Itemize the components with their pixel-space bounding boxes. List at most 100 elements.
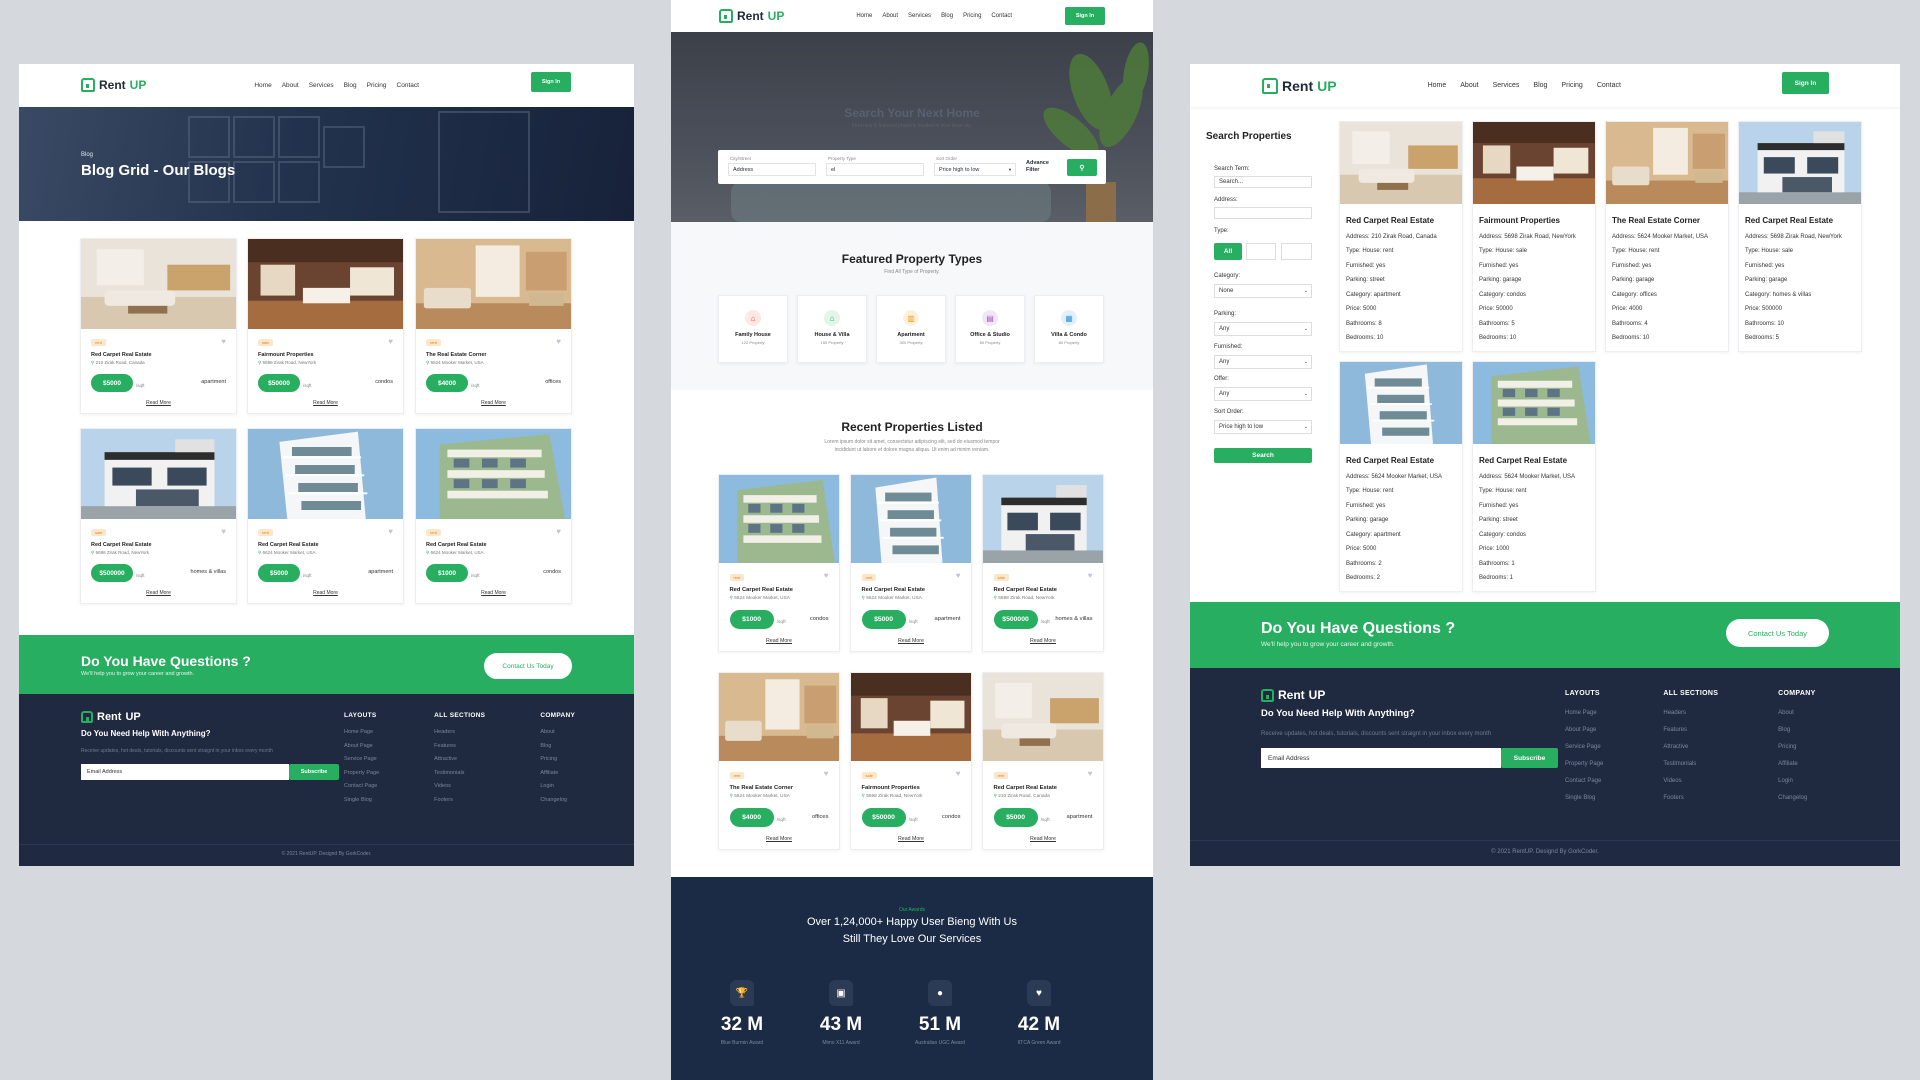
heart-icon[interactable]: ♥ [956, 769, 961, 778]
sign-in-button[interactable]: Sign In [1065, 7, 1105, 25]
type-sale-button[interactable] [1281, 243, 1312, 260]
advance-filter-link[interactable]: Advance Filter [1026, 160, 1060, 174]
footer-link[interactable]: About [540, 729, 575, 735]
nav-about[interactable]: About [1460, 82, 1478, 89]
nav-pricing[interactable]: Pricing [367, 82, 387, 89]
property-image[interactable] [248, 429, 403, 519]
footer-link[interactable]: Headers [1663, 710, 1718, 716]
listing-image[interactable] [1739, 122, 1861, 204]
type-rent-button[interactable] [1246, 243, 1276, 260]
nav-blog[interactable]: Blog [1533, 82, 1547, 89]
heart-icon[interactable]: ♥ [824, 571, 829, 580]
listing-card[interactable]: Red Carpet Real Estate Address: 5624 Mook… [1472, 361, 1596, 592]
listing-card[interactable]: The Real Estate Corner Address: 5624 Mook… [1605, 121, 1729, 352]
read-more-link[interactable]: Read More [81, 400, 236, 406]
address-input[interactable] [1214, 207, 1312, 219]
footer-link[interactable]: About Page [344, 743, 379, 749]
sort-select[interactable]: Price high to low ⌄ [1214, 420, 1312, 434]
listing-title[interactable]: Red Carpet Real Estate [1745, 216, 1861, 225]
property-image[interactable] [248, 239, 403, 329]
card-title[interactable]: Red Carpet Real Estate [730, 587, 793, 593]
nav-blog[interactable]: Blog [344, 82, 357, 89]
listing-title[interactable]: The Real Estate Corner [1612, 216, 1728, 225]
property-image[interactable] [983, 673, 1103, 761]
listing-title[interactable]: Red Carpet Real Estate [1346, 456, 1462, 465]
logo[interactable]: Rent UP [81, 78, 146, 92]
listing-card[interactable]: Red Carpet Real Estate Address: 210 Zirak… [1339, 121, 1463, 352]
logo[interactable]: Rent UP [719, 9, 784, 23]
footer-link[interactable]: Service Page [344, 756, 379, 762]
listing-title[interactable]: Fairmount Properties [1479, 216, 1595, 225]
listing-card[interactable]: Red Carpet Real Estate Address: 5624 Mook… [1339, 361, 1463, 592]
footer-link[interactable]: Attractive [1663, 744, 1718, 750]
property-image[interactable] [416, 429, 571, 519]
property-card[interactable]: sale ♥ Red Carpet Real Estate ⚲ 5698 Zir… [80, 428, 237, 604]
property-card[interactable]: sale ♥ Fairmount Properties ⚲ 5698 Zirak… [850, 672, 972, 850]
property-type-card[interactable]: ⌂ Family House 122 Property [718, 295, 788, 363]
footer-link[interactable]: Home Page [344, 729, 379, 735]
property-image[interactable] [81, 239, 236, 329]
property-type-card[interactable]: ▥ Apartment 300 Property [876, 295, 946, 363]
footer-link[interactable]: Testimonials [1663, 761, 1718, 767]
property-image[interactable] [719, 673, 839, 761]
heart-icon[interactable]: ♥ [556, 527, 561, 536]
city-input[interactable]: Address [728, 163, 816, 176]
nav-home[interactable]: Home [856, 13, 872, 19]
type-all-button[interactable]: All [1214, 243, 1242, 260]
footer-link[interactable]: Blog [1778, 727, 1815, 733]
contact-us-button[interactable]: Contact Us Today [1726, 619, 1829, 647]
footer-link[interactable]: Pricing [540, 756, 575, 762]
property-image[interactable] [719, 475, 839, 563]
footer-link[interactable]: Videos [1663, 778, 1718, 784]
footer-link[interactable]: Login [1778, 778, 1815, 784]
footer-link[interactable]: Headers [434, 729, 485, 735]
footer-link[interactable]: Testimonials [434, 770, 485, 776]
category-select[interactable]: None ⌄ [1214, 284, 1312, 298]
footer-link[interactable]: About [1778, 710, 1815, 716]
footer-link[interactable]: Affiliate [540, 770, 575, 776]
listing-card[interactable]: Red Carpet Real Estate Address: 5698 Zira… [1738, 121, 1862, 352]
footer-logo[interactable]: Rent UP [81, 711, 141, 723]
property-card[interactable]: sale ♥ Red Carpet Real Estate ⚲ 5698 Zir… [982, 474, 1104, 652]
property-card[interactable]: rent ♥ Red Carpet Real Estate ⚲ 5624 Moo… [718, 474, 840, 652]
footer-link[interactable]: Contact Page [344, 783, 379, 789]
property-card[interactable]: rent ♥ Red Carpet Real Estate ⚲ 5624 Moo… [247, 428, 404, 604]
heart-icon[interactable]: ♥ [556, 337, 561, 346]
email-input[interactable]: Email Address [81, 764, 289, 780]
listing-image[interactable] [1473, 122, 1595, 204]
listing-title[interactable]: Red Carpet Real Estate [1346, 216, 1462, 225]
footer-link[interactable]: Features [434, 743, 485, 749]
logo[interactable]: Rent UP [1262, 77, 1337, 94]
heart-icon[interactable]: ♥ [388, 527, 393, 536]
search-button[interactable]: ⚲ [1067, 159, 1097, 176]
property-card[interactable]: rent ♥ Red Carpet Real Estate ⚲ 5624 Moo… [850, 474, 972, 652]
footer-link[interactable]: Changelog [1778, 795, 1815, 801]
read-more-link[interactable]: Read More [248, 590, 403, 596]
card-title[interactable]: Red Carpet Real Estate [994, 785, 1057, 791]
read-more-link[interactable]: Read More [416, 590, 571, 596]
email-input[interactable]: Email Address [1261, 748, 1501, 768]
footer-link[interactable]: Affiliate [1778, 761, 1815, 767]
nav-home[interactable]: Home [1428, 82, 1447, 89]
nav-services[interactable]: Services [908, 13, 931, 19]
sort-select[interactable]: Price high to low ▼ [934, 163, 1016, 176]
property-card[interactable]: rent ♥ Red Carpet Real Estate ⚲ 210 Zira… [982, 672, 1104, 850]
sign-in-button[interactable]: Sign In [531, 72, 571, 92]
search-term-input[interactable]: Search... [1214, 176, 1312, 188]
read-more-link[interactable]: Read More [983, 638, 1103, 644]
nav-services[interactable]: Services [1493, 82, 1520, 89]
footer-link[interactable]: Changelog [540, 797, 575, 803]
footer-link[interactable]: Footers [434, 797, 485, 803]
heart-icon[interactable]: ♥ [956, 571, 961, 580]
read-more-link[interactable]: Read More [248, 400, 403, 406]
footer-link[interactable]: Single Blog [1565, 795, 1603, 801]
listing-title[interactable]: Red Carpet Real Estate [1479, 456, 1595, 465]
footer-link[interactable]: Features [1663, 727, 1718, 733]
footer-link[interactable]: Single Blog [344, 797, 379, 803]
heart-icon[interactable]: ♥ [1088, 769, 1093, 778]
footer-link[interactable]: Pricing [1778, 744, 1815, 750]
heart-icon[interactable]: ♥ [1088, 571, 1093, 580]
footer-link[interactable]: Property Page [344, 770, 379, 776]
property-image[interactable] [416, 239, 571, 329]
property-type-card[interactable]: ▤ Office & Studio 80 Property [955, 295, 1025, 363]
